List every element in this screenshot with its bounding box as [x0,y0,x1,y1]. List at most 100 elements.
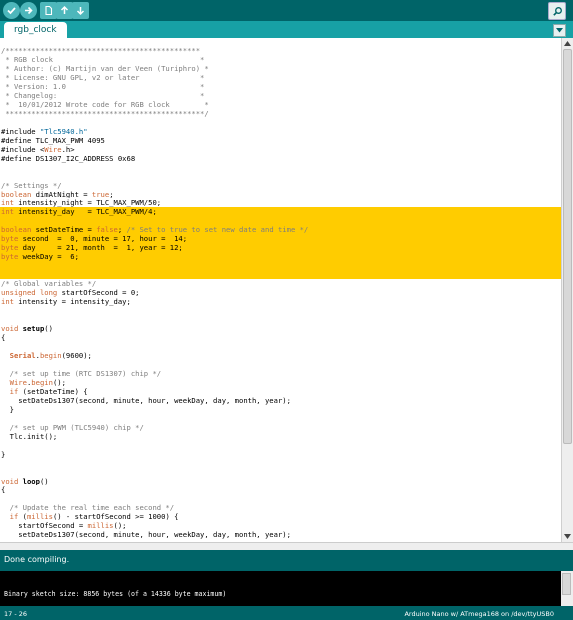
code-token: (setDateTime) { [18,386,88,396]
code-line: boolean dimAtNight = true; [0,190,561,199]
code-line: int intensity_day = TLC_MAX_PWM/4; [0,207,561,217]
chevron-down-icon [556,28,563,33]
editor-horizontal-scrollbar[interactable] [0,542,573,550]
save-button[interactable] [72,2,89,19]
code-token: ( [18,512,27,522]
code-token: dimAtNight = [31,189,92,199]
code-token: #define DS1307_I2C_ADDRESS 0x68 [1,153,136,163]
new-file-icon [45,5,53,16]
toolbar [0,0,573,21]
code-token: Wire [44,144,62,154]
tab-rgb-clock[interactable]: rgb_clock [4,22,67,38]
code-token: weekDay = 6; [18,252,79,262]
code-line: setDateDs1307(second, minute, hour, week… [0,396,561,405]
code-line: /***************************************… [0,46,561,55]
code-line: { [0,485,561,494]
code-token: byte [1,252,19,262]
code-line: * Version: 1.0 * [0,82,561,91]
code-editor[interactable]: /***************************************… [0,38,561,542]
scroll-up-arrow[interactable] [563,39,572,48]
line-position: 17 - 26 [4,610,28,618]
code-token: if [9,512,19,522]
code-token: false [96,225,118,235]
code-line: byte day = 21, month = 1, year = 12; [0,243,561,253]
code-token: ; [109,189,114,199]
magnifier-icon [552,6,562,16]
code-token: unsigned long [1,288,58,298]
code-token: ; [117,225,127,235]
code-line: startOfSecond = millis(); [0,521,561,530]
serial-monitor-button[interactable] [548,2,566,20]
code-line: * License: GNU GPL, v2 or later * [0,73,561,82]
console-scrollbar-thumb[interactable] [562,573,571,595]
code-token: (); [113,521,127,531]
code-line: /* Update the real time each second */ [0,503,561,512]
tab-menu-button[interactable] [553,24,566,37]
code-token: * Author: (c) Martijn van der Veen (Turi… [1,63,209,73]
code-token: () - startOfSecond >= 1000) { [52,512,179,522]
verify-button[interactable] [3,2,20,19]
code-line: { [0,333,561,342]
arrow-up-icon [60,5,69,14]
code-token: * Changelog: * [1,90,205,100]
editor-vertical-scrollbar[interactable] [561,38,573,542]
code-token: millis [87,521,114,531]
code-token: if [9,386,19,396]
code-line: * RGB clock * [0,55,561,64]
open-button[interactable] [56,2,73,19]
code-token: * 10/01/2012 Wrote code for RGB clock * [1,99,209,109]
arrow-right-icon [25,6,33,15]
code-line: if (millis() - startOfSecond >= 1000) { [0,512,561,521]
code-token: byte [1,243,19,253]
code-token: () [39,476,49,486]
code-token: loop [22,476,40,486]
console-scrollbar[interactable] [561,571,573,606]
code-token: Wire [9,377,27,387]
code-token: void [1,324,19,333]
code-line: /* Settings */ [0,181,561,190]
upload-button[interactable] [20,2,37,19]
code-token: #include [1,126,40,136]
code-token: /***************************************… [1,46,201,55]
code-token: Tlc.init(); [1,431,58,441]
code-token: .h> [61,144,75,154]
code-line: int intensity_night = TLC_MAX_PWM/50; [0,198,561,207]
scroll-down-arrow[interactable] [563,532,572,541]
code-token: } [1,404,14,414]
code-line: byte weekDay = 6; [0,252,561,262]
tab-bar: rgb_clock [0,21,573,38]
code-line: /* Global variables */ [0,279,561,288]
code-token: day = 21, month = 1, year = 12; [18,243,183,253]
code-token: (9600); [61,350,92,360]
code-token: begin [39,350,62,360]
status-message: Done compiling. [4,555,70,564]
code-line: Tlc.init(); [0,432,561,441]
code-token: /* Settings */ [1,180,62,190]
code-line: /* set up PWM (TLC5940) chip */ [0,423,561,432]
scrollbar-thumb[interactable] [563,49,572,444]
code-token: () [44,324,53,333]
code-token: second = 0, minute = 17, hour = 14; [18,234,188,244]
code-token: startOfSecond = [1,521,88,531]
code-line: } [0,450,561,459]
triangle-down-icon [564,534,571,539]
code-token: boolean [1,225,32,235]
code-token: int [1,198,14,208]
console-output[interactable]: Binary sketch size: 8856 bytes (of a 143… [0,571,561,606]
triangle-up-icon [564,41,571,46]
code-token: int [1,297,14,307]
arrow-down-icon [76,7,85,16]
code-lines: /***************************************… [0,46,561,539]
code-token: intensity = intensity_day; [13,297,131,307]
code-token: begin [31,377,53,387]
code-token: void [1,476,19,486]
code-token: (); [52,377,66,387]
code-token: /* Global variables */ [1,279,97,289]
new-button[interactable] [40,2,57,19]
